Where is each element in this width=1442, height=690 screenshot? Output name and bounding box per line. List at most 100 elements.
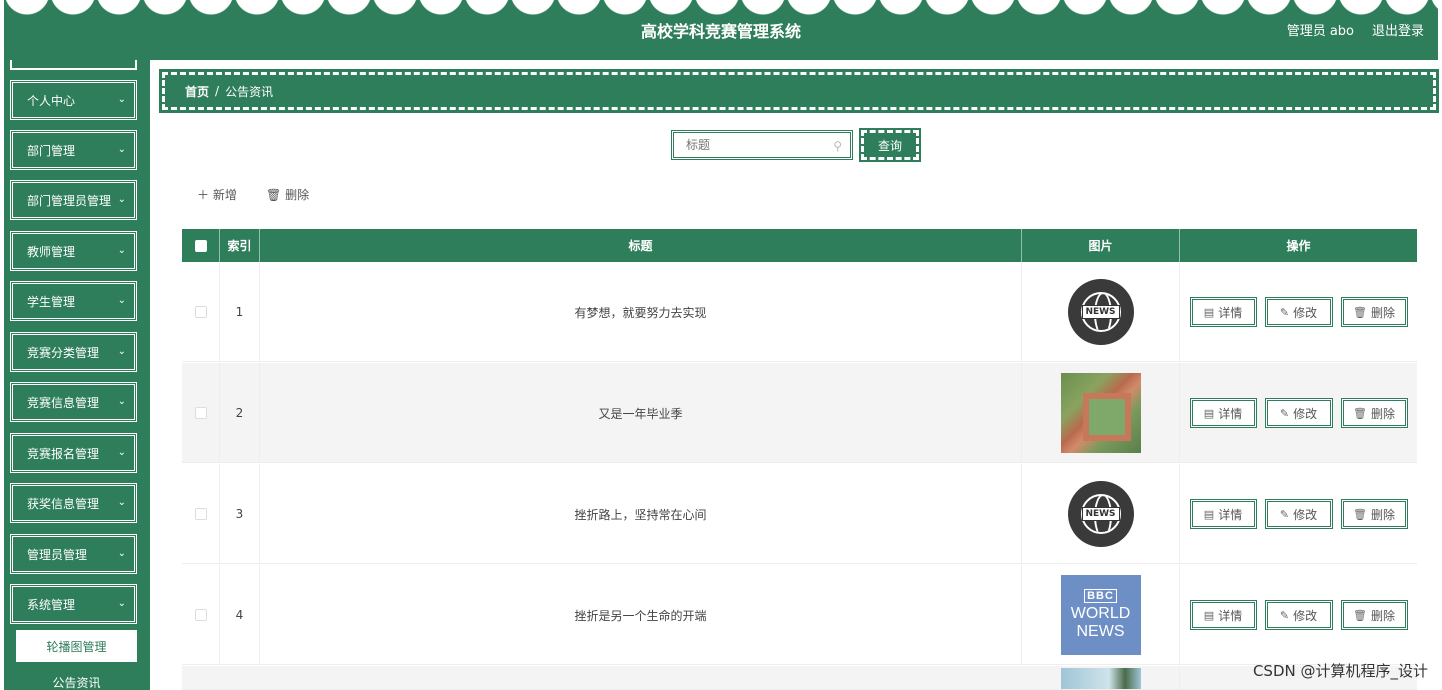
delete-button[interactable]: 🗑 删除 [1340,297,1408,327]
row-checkbox[interactable] [194,508,207,520]
edit-label: 修改 [1293,406,1318,421]
chevron-down-icon: ⌄ [117,245,126,256]
partial-image [1060,668,1141,689]
detail-label: 详情 [1218,507,1243,522]
trash-icon: 🗑 [1353,406,1367,420]
chevron-down-icon: ⌄ [117,598,126,609]
row-checkbox[interactable] [194,609,207,621]
row-title: 挫折路上，坚持常在心间 [260,464,1022,564]
table-row-partial [182,666,1417,690]
submenu-item-carousel[interactable]: 轮播图管理 [16,630,137,662]
sidebar-item-department[interactable]: 部门管理 ⌄ [10,130,137,170]
sidebar-item-award-info[interactable]: 获奖信息管理 ⌄ [10,483,137,523]
document-icon: ▤ [1203,406,1215,420]
row-operations: ▤ 详情 ✎ 修改 🗑 删除 [1180,464,1417,564]
row-picture-cell [1022,363,1180,463]
document-icon: ▤ [1203,507,1215,521]
select-all-checkbox[interactable] [194,239,207,252]
header-scallop-decoration [4,0,1438,18]
search-input[interactable] [674,133,824,157]
edit-button[interactable]: ✎ 修改 [1264,398,1333,428]
sidebar-item-competition-category[interactable]: 竞赛分类管理 ⌄ [10,332,137,372]
sidebar-item-competition-info[interactable]: 竞赛信息管理 ⌄ [10,382,137,422]
logout-button[interactable]: 退出登录 [1372,20,1424,39]
sidebar-item-label: 部门管理员管理 [27,193,112,208]
row-picture-cell: NEWS [1022,464,1180,564]
sidebar-item-label: 系统管理 [27,597,76,612]
trash-icon: 🗑 [1353,507,1367,521]
detail-label: 详情 [1218,608,1243,623]
chevron-down-icon: ⌄ [117,497,126,508]
sidebar-item-teacher[interactable]: 教师管理 ⌄ [10,231,137,271]
edit-button[interactable]: ✎ 修改 [1264,499,1333,529]
edit-button[interactable]: ✎ 修改 [1264,600,1333,630]
header-title: 标题 [260,229,1022,262]
detail-label: 详情 [1218,305,1243,320]
bulk-delete-button[interactable]: 🗑 删除 [266,186,309,203]
row-index: 2 [220,363,260,463]
edit-label: 修改 [1293,507,1318,522]
sidebar-item-label: 竞赛分类管理 [27,345,100,360]
campus-building-image [1060,373,1141,453]
add-label: 新增 [212,188,237,202]
header-index: 索引 [220,229,260,262]
trash-icon: 🗑 [266,188,286,202]
sidebar-item-competition-registration[interactable]: 竞赛报名管理 ⌄ [10,433,137,473]
edit-button[interactable]: ✎ 修改 [1264,297,1333,327]
breadcrumb-separator: / [215,84,220,98]
sidebar-item-label: 竞赛信息管理 [27,395,100,410]
sidebar-item-department-admin[interactable]: 部门管理员管理 ⌄ [10,180,137,220]
breadcrumb-home[interactable]: 首页 [185,83,209,100]
add-button[interactable]: ＋ 新增 [197,186,237,203]
breadcrumb-current: 公告资讯 [225,84,274,99]
sidebar-item-label: 竞赛报名管理 [27,446,100,461]
submenu-item-announcements[interactable]: 公告资讯 [16,674,137,690]
row-title: 又是一年毕业季 [260,363,1022,463]
pencil-icon: ✎ [1279,406,1290,420]
plus-icon: ＋ [197,188,213,202]
pencil-icon: ✎ [1279,305,1290,319]
delete-label: 删除 [285,188,310,202]
search-icon: ⚲ [833,139,842,153]
search-box: ⚲ [671,130,853,160]
app-title: 高校学科竞赛管理系统 [640,22,801,41]
sidebar-item-admin[interactable]: 管理员管理 ⌄ [10,534,137,574]
sidebar-item-personal-center[interactable]: 个人中心 ⌄ [10,80,137,120]
row-operations: ▤ 详情 ✎ 修改 🗑 删除 [1180,565,1417,665]
row-picture-cell: BBC WORLD NEWS [1022,565,1180,665]
delete-label: 删除 [1370,406,1395,421]
chevron-down-icon: ⌄ [117,346,126,357]
query-button[interactable]: 查询 [859,128,921,162]
trash-icon: 🗑 [1353,305,1367,319]
delete-button[interactable]: 🗑 删除 [1340,600,1408,630]
row-checkbox[interactable] [194,407,207,419]
header-checkbox-cell [182,229,220,262]
header-operation: 操作 [1286,239,1311,253]
sidebar: 个人中心 ⌄ 部门管理 ⌄ 部门管理员管理 ⌄ 教师管理 ⌄ 学生管理 ⌄ 竞赛… [4,60,150,690]
header-picture: 图片 [1022,229,1180,262]
row-title: 有梦想，就要努力去实现 [260,262,1022,362]
detail-button[interactable]: ▤ 详情 [1189,297,1257,327]
chevron-down-icon: ⌄ [117,194,126,205]
row-index: 1 [220,262,260,362]
row-checkbox[interactable] [194,306,207,318]
chevron-down-icon: ⌄ [117,144,126,155]
sidebar-item-system[interactable]: 系统管理 ⌄ [10,584,137,624]
delete-button[interactable]: 🗑 删除 [1340,499,1408,529]
sidebar-item-student[interactable]: 学生管理 ⌄ [10,281,137,321]
news-globe-image: NEWS [1067,279,1134,345]
sidebar-top-stub [10,60,137,70]
breadcrumb: 首页 / 公告资讯 [159,69,1439,113]
document-icon: ▤ [1203,608,1215,622]
detail-button[interactable]: ▤ 详情 [1189,499,1257,529]
row-index: 3 [220,464,260,564]
table-header: 索引 标题 图片 操作 [182,229,1417,262]
sidebar-item-label: 管理员管理 [27,547,88,562]
chevron-down-icon: ⌄ [117,396,126,407]
detail-button[interactable]: ▤ 详情 [1189,600,1257,630]
delete-button[interactable]: 🗑 删除 [1340,398,1408,428]
table-row: 1 有梦想，就要努力去实现 NEWS ▤ 详情 ✎ 修改 🗑 删除 [182,262,1417,362]
detail-button[interactable]: ▤ 详情 [1189,398,1257,428]
bbc-news-text: NEWS [1076,623,1125,640]
delete-label: 删除 [1370,305,1395,320]
